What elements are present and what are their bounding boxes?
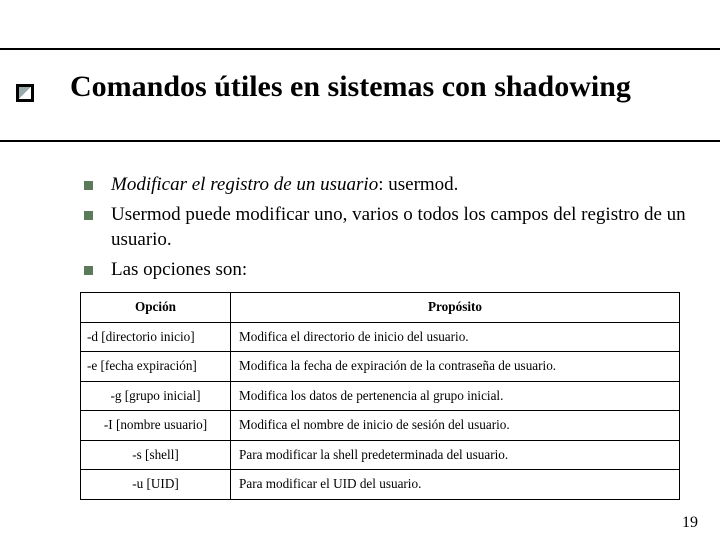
- list-item-text: Modificar el registro de un usuario: use…: [111, 172, 690, 198]
- emphasis-text: Modificar el registro de un usuario: [111, 174, 378, 195]
- table-row: -u [UID]Para modificar el UID del usuari…: [81, 470, 680, 500]
- cell-purpose: Modifica el nombre de inicio de sesión d…: [231, 411, 680, 441]
- bullet-icon: [84, 266, 93, 275]
- title-bullet-icon: [16, 84, 34, 102]
- table-row: -e [fecha expiración]Modifica la fecha d…: [81, 352, 680, 382]
- cell-purpose: Modifica el directorio de inicio del usu…: [231, 322, 680, 352]
- cell-option: -g [grupo inicial]: [81, 381, 231, 411]
- cell-option: -d [directorio inicio]: [81, 322, 231, 352]
- slide-title: Comandos útiles en sistemas con shadowin…: [70, 70, 631, 104]
- table-row: -s [shell]Para modificar la shell predet…: [81, 440, 680, 470]
- bullet-list: Modificar el registro de un usuario: use…: [84, 172, 690, 287]
- list-item-text: Las opciones son:: [111, 257, 690, 283]
- list-item: Usermod puede modificar uno, varios o to…: [84, 202, 690, 253]
- list-item: Las opciones son:: [84, 257, 690, 283]
- table-row: -d [directorio inicio]Modifica el direct…: [81, 322, 680, 352]
- text-segment: : usermod.: [378, 174, 458, 195]
- cell-option: -s [shell]: [81, 440, 231, 470]
- col-header-option: Opción: [81, 293, 231, 323]
- cell-purpose: Para modificar la shell predeterminada d…: [231, 440, 680, 470]
- cell-option: -I [nombre usuario]: [81, 411, 231, 441]
- rule-top: [0, 48, 720, 50]
- cell-purpose: Modifica la fecha de expiración de la co…: [231, 352, 680, 382]
- page-number: 19: [682, 514, 698, 532]
- bullet-icon: [84, 211, 93, 220]
- col-header-purpose: Propósito: [231, 293, 680, 323]
- cell-purpose: Para modificar el UID del usuario.: [231, 470, 680, 500]
- cell-option: -e [fecha expiración]: [81, 352, 231, 382]
- table-row: -g [grupo inicial]Modifica los datos de …: [81, 381, 680, 411]
- table-header-row: Opción Propósito: [81, 293, 680, 323]
- rule-bottom: [0, 140, 720, 142]
- cell-purpose: Modifica los datos de pertenencia al gru…: [231, 381, 680, 411]
- table: Opción Propósito -d [directorio inicio]M…: [80, 292, 680, 500]
- list-item-text: Usermod puede modificar uno, varios o to…: [111, 202, 690, 253]
- list-item: Modificar el registro de un usuario: use…: [84, 172, 690, 198]
- bullet-icon: [84, 181, 93, 190]
- options-table: Opción Propósito -d [directorio inicio]M…: [80, 292, 680, 500]
- table-row: -I [nombre usuario]Modifica el nombre de…: [81, 411, 680, 441]
- cell-option: -u [UID]: [81, 470, 231, 500]
